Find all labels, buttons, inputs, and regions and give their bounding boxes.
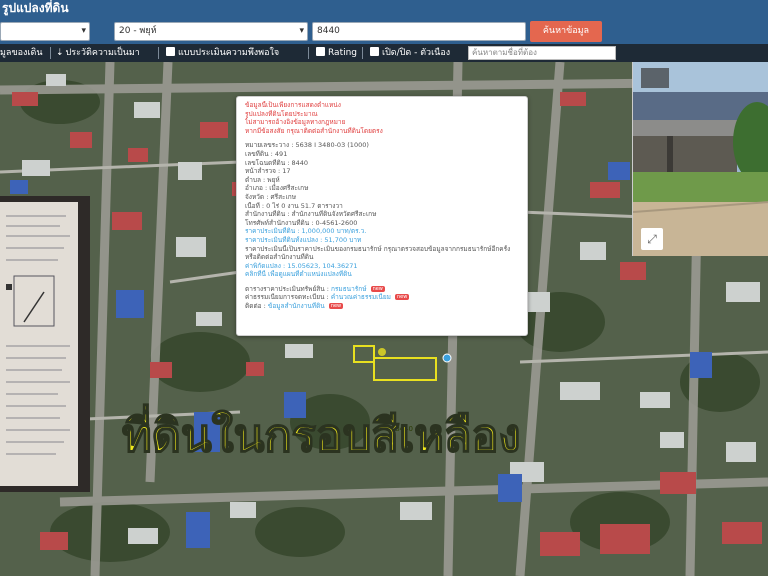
toolbar-item-label: ประวัติความเป็นมา <box>65 48 140 58</box>
toolbar-item-boundary[interactable]: มูลของเดิน <box>0 44 42 62</box>
toolbar-item-label: Rating <box>328 48 358 58</box>
service-row: ค่าธรรมเนียมการจดทะเบียน : คำนวณค่าธรรมเ… <box>245 293 410 302</box>
toolbar-item-label: เปิด/ปิด - ตัวเนือง <box>382 48 451 58</box>
field-map-sheet: หมายเลขระวาง : 5638 I 3480-03 (1000) <box>245 141 369 150</box>
toolbar-divider <box>50 47 51 59</box>
disclaimer-line: หากมีข้อสงสัย กรุณาติดต่อสำนักงานที่ดินโ… <box>245 126 383 135</box>
field-district: อำเภอ : เมืองศรีสะเกษ <box>245 184 309 193</box>
toolbar-divider <box>308 47 309 59</box>
new-badge: new <box>395 294 410 301</box>
land-deed-photo <box>0 196 90 492</box>
toolbar: มูลของเดิน ⇣ ประวัติความเป็นมา แบบประเมิน… <box>0 44 768 62</box>
disclaimer-line: ข้อมูลนี้เป็นเพียงการแสดงตำแหน่ง <box>245 101 341 109</box>
field-office-phone: โทรศัพท์สำนักงานที่ดิน : 0-4561-2600 <box>245 218 358 227</box>
toolbar-item-label: แบบประเมินความพึงพอใจ <box>178 48 280 58</box>
district-select-value: 20 - พยุห์ <box>119 26 157 36</box>
land-deed-image <box>0 196 90 492</box>
toolbar-divider <box>158 47 159 59</box>
toolbar-divider <box>362 47 363 59</box>
field-survey-page: หน้าสำรวจ : 17 <box>245 167 291 176</box>
history-icon: ⇣ <box>56 48 64 58</box>
street-view-panel[interactable] <box>632 62 768 256</box>
checkbox-icon <box>370 47 379 56</box>
field-province: จังหวัด : ศรีสะเกษ <box>245 192 296 201</box>
chevron-down-icon: ▾ <box>81 26 86 36</box>
toolbar-item-label: มูลของเดิน <box>0 48 43 58</box>
service-label: ติดต่อ <box>245 302 262 311</box>
toolbar-item-survey[interactable]: แบบประเมินความพึงพอใจ <box>166 44 279 62</box>
coordinates-link[interactable]: ค่าพิกัดแปลง : 15.05623, 104.36271 <box>245 262 521 271</box>
service-link[interactable]: กรมธนารักษ์ <box>331 285 366 293</box>
chevron-down-icon: ▾ <box>299 26 304 36</box>
service-link[interactable]: ข้อมูลสำนักงานที่ดิน <box>268 302 325 310</box>
field-land-number: เลขที่ดิน : 491 <box>245 149 288 158</box>
parcel-info-popup: ข้อมูลนี้เป็นเพียงการแสดงตำแหน่ง รูปแปลง… <box>236 96 528 336</box>
street-view-image <box>633 62 768 256</box>
toolbar-item-history[interactable]: ⇣ ประวัติความเป็นมา <box>56 44 140 62</box>
parcel-number-input[interactable]: 8440 <box>312 22 526 41</box>
field-subdistrict: ตำบล : พยุห์ <box>245 175 280 184</box>
app-title: รูปแปลงที่ดิน <box>2 1 69 15</box>
annotation-text: ที่ดินในกรอบสีเหลือง <box>121 408 521 463</box>
toolbar-item-toggle-layer[interactable]: เปิด/ปิด - ตัวเนือง <box>370 44 450 62</box>
note-line: หรือติดต่อสำนักงานที่ดิน <box>245 253 314 262</box>
service-row: ตารางราคาประเมินทรัพย์สิน : กรมธนารักษ์ … <box>245 284 385 293</box>
search-button[interactable]: ค้นหาข้อมูล <box>530 21 602 42</box>
parcel-number-value: 8440 <box>317 26 340 36</box>
disclaimer-line: รูปแปลงที่ดินโดยประมาณ <box>245 109 318 118</box>
service-link[interactable]: คำนวณค่าธรรมเนียม <box>331 293 391 301</box>
field-land-office: สำนักงานที่ดิน : สำนักงานที่ดินจังหวัดศร… <box>245 210 377 219</box>
disclaimer-line: ไม่สามารถอ้างอิงข้อมูลทางกฎหมาย <box>245 118 346 127</box>
province-select[interactable]: ▾ <box>0 22 90 41</box>
service-label: ตารางราคาประเมินทรัพย์สิน <box>245 284 325 293</box>
document-icon <box>166 47 175 56</box>
new-badge: new <box>328 303 344 310</box>
price-per-wah-link[interactable]: ราคาประเมินที่ดิน : 1,000,000 บาท/ตร.ว. <box>245 227 521 236</box>
map-location-link[interactable]: คลิกที่นี่ เพื่อดูแผนที่ตำแหน่งแปลงที่ดิ… <box>245 270 521 279</box>
service-label: ค่าธรรมเนียมการจดทะเบียน <box>245 293 325 302</box>
field-area: เนื้อที่ : 0 ไร่ 0 งาน 51.7 ตารางวา <box>245 201 343 210</box>
service-row: ติดต่อ : ข้อมูลสำนักงานที่ดิน new <box>245 302 344 311</box>
header-bar: รูปแปลงที่ดิน ▾ 20 - พยุห์ ▾ 8440 ค้นหาข… <box>0 0 768 44</box>
field-deed-number: เลขโฉนดที่ดิน : 8440 <box>245 158 309 167</box>
note-line: ราคาประเมินนี้เป็นราคาประเมินของกรมธนารั… <box>245 244 511 253</box>
place-search-input[interactable]: ค้นหาตามชื่อที่ต้อง <box>468 46 616 60</box>
total-price-link[interactable]: ราคาประเมินที่ดินทั้งแปลง : 51,700 บาท <box>245 236 521 245</box>
expand-icon[interactable]: ⤢ <box>641 228 663 250</box>
district-select[interactable]: 20 - พยุห์ ▾ <box>114 22 308 41</box>
new-badge: new <box>370 285 385 292</box>
toolbar-item-rating[interactable]: Rating <box>316 44 357 62</box>
star-icon <box>316 47 325 56</box>
